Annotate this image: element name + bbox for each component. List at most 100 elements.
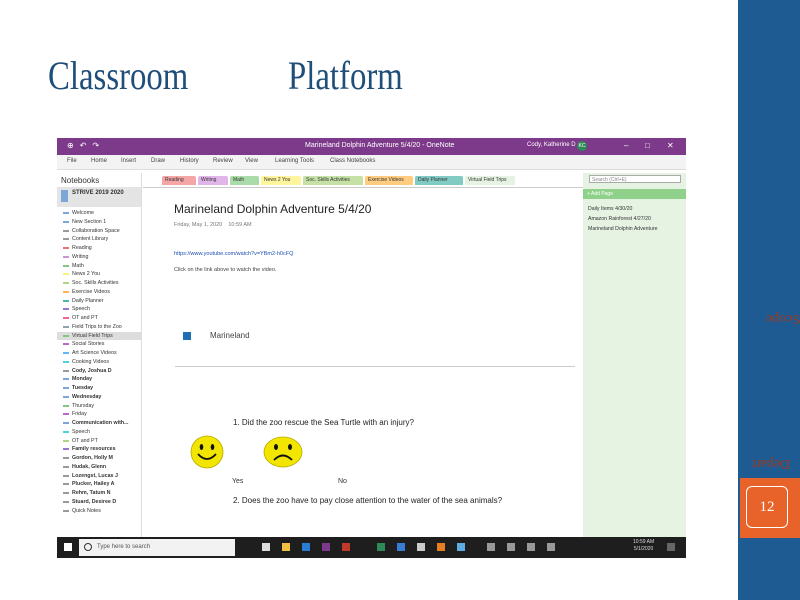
taskbar-search[interactable]: Type here to search [79,539,235,556]
tab-section[interactable]: Reading [162,176,196,185]
happy-face-icon[interactable] [190,435,224,469]
tab-section[interactable]: News 2 You [261,176,301,185]
menu-draw[interactable]: Draw [151,158,165,164]
section-item[interactable]: Family resources [57,445,141,453]
tab-section[interactable]: Math [230,176,259,185]
avatar[interactable]: KC [577,141,587,151]
section-item[interactable]: Speech [57,428,141,436]
section-item[interactable]: Writing [57,253,141,261]
section-item[interactable]: Soc. Skills Activities [57,279,141,287]
sad-face-icon[interactable] [263,435,303,469]
tab-section[interactable]: Exercise Videos [365,176,413,185]
mail-icon[interactable] [397,543,405,551]
chrome-icon[interactable] [342,543,350,551]
section-item[interactable]: Cooking Videos [57,358,141,366]
menu-insert[interactable]: Insert [121,158,136,164]
section-item[interactable]: Wednesday [57,393,141,401]
section-item[interactable]: Communication with... [57,419,141,427]
page-date-value: Friday, May 1, 2020 [174,222,223,228]
section-label: Family resources [72,446,116,453]
section-label: Art Science Videos [72,350,117,356]
tab-section[interactable]: Daily Planner [415,176,463,185]
section-item[interactable]: Stuard, Desiree D [57,498,141,506]
section-item[interactable]: Daily Planner [57,297,141,305]
page-canvas[interactable]: Marineland Dolphin Adventure 5/4/20 Frid… [143,187,583,538]
section-item[interactable]: Friday [57,410,141,418]
section-color-icon [63,439,69,442]
menu-history[interactable]: History [180,158,199,164]
section-item[interactable]: News 2 You [57,270,141,278]
menu-file[interactable]: File [67,158,77,164]
page-title[interactable]: Marineland Dolphin Adventure 5/4/20 [174,202,371,216]
section-item[interactable]: Field Trips to the Zoo [57,323,141,331]
menu-home[interactable]: Home [91,158,107,164]
minimize-icon[interactable]: – [624,141,628,150]
word-icon[interactable] [302,543,310,551]
section-item[interactable]: Content Library [57,235,141,243]
section-item[interactable]: Collaboration Space [57,227,141,235]
section-label: Soc. Skills Activities [72,280,119,286]
section-item[interactable]: Art Science Videos [57,349,141,357]
page-list-item[interactable]: Daily Items 4/30/20 [588,206,632,212]
section-item[interactable]: OT and PT [57,437,141,445]
section-item[interactable]: Hudak, Glenn [57,463,141,471]
edge-icon[interactable] [457,543,465,551]
section-item[interactable]: Reading [57,244,141,252]
current-notebook[interactable]: STRIVE 2019 2020 [57,187,141,207]
slide-title-platform: Platform [288,53,403,98]
add-page-button[interactable]: + Add Page [583,189,686,199]
page-list-item[interactable]: Amazon Rainforest 4/27/20 [588,216,651,222]
close-icon[interactable]: ✕ [667,141,674,150]
menu-learning-tools[interactable]: Learning Tools [275,158,314,164]
menu-review[interactable]: Review [213,158,233,164]
section-item[interactable]: Tuesday [57,384,141,392]
section-item[interactable]: Gordon, Holly M [57,454,141,462]
volume-icon[interactable] [527,543,535,551]
tray-icon[interactable] [487,543,495,551]
section-item[interactable]: Plucker, Hailey A [57,480,141,488]
network-icon[interactable] [507,543,515,551]
section-item[interactable]: Speech [57,305,141,313]
section-item[interactable]: Welcome [57,209,141,217]
page-list-item[interactable]: Marineland Dolphin Adventure [588,226,658,232]
battery-icon[interactable] [547,543,555,551]
quick-access-icons[interactable]: ⊕↶↷ [67,141,105,150]
section-item[interactable]: Thursday [57,402,141,410]
section-item[interactable]: Quick Notes [57,507,141,515]
video-link[interactable]: https://www.youtube.com/watch?v=YBm2-h0c… [174,251,293,257]
menu-view[interactable]: View [245,158,258,164]
section-item[interactable]: Rehm, Tatum N [57,489,141,497]
maximize-icon[interactable]: □ [645,141,650,150]
task-view-icon[interactable] [262,543,270,551]
windows-start-icon[interactable] [64,543,72,551]
section-item[interactable]: Social Stories [57,340,141,348]
section-item[interactable]: Cody, Joshua D [57,367,141,375]
tab-section[interactable]: Writing [198,176,228,185]
section-item[interactable]: Monday [57,375,141,383]
section-label: Gordon, Holly M [72,455,113,461]
user-name[interactable]: Cody, Katherine D [527,142,576,148]
store-icon[interactable] [417,543,425,551]
tab-section[interactable]: Virtual Field Trips [465,176,515,185]
section-item[interactable]: Lozengst, Lucas J [57,472,141,480]
section-color-icon [63,483,69,486]
section-item[interactable]: New Section 1 [57,218,141,226]
onenote-icon[interactable] [322,543,330,551]
file-explorer-icon[interactable] [282,543,290,551]
section-item[interactable]: OT and PT [57,314,141,322]
app-icon[interactable] [437,543,445,551]
attachment-icon[interactable] [183,332,191,340]
section-item[interactable]: Exercise Videos [57,288,141,296]
search-input[interactable]: Search (Ctrl+E) [589,175,681,183]
onenote-screenshot: ⊕↶↷ Marineland Dolphin Adventure 5/4/20 … [57,138,686,558]
section-item[interactable]: Math [57,262,141,270]
menu-class-notebooks[interactable]: Class Notebooks [330,158,375,164]
notification-icon[interactable] [667,543,675,551]
attachment-label[interactable]: Marineland [210,331,250,340]
tab-section[interactable]: Soc. Skills Activities [303,176,363,185]
notebooks-header[interactable]: Notebooks [61,176,99,185]
excel-icon[interactable] [377,543,385,551]
question-2: 2. Does the zoo have to pay close attent… [233,496,503,505]
taskbar-clock[interactable]: 10:59 AM 5/1/2020 [633,539,654,553]
section-item[interactable]: Virtual Field Trips [57,331,141,340]
